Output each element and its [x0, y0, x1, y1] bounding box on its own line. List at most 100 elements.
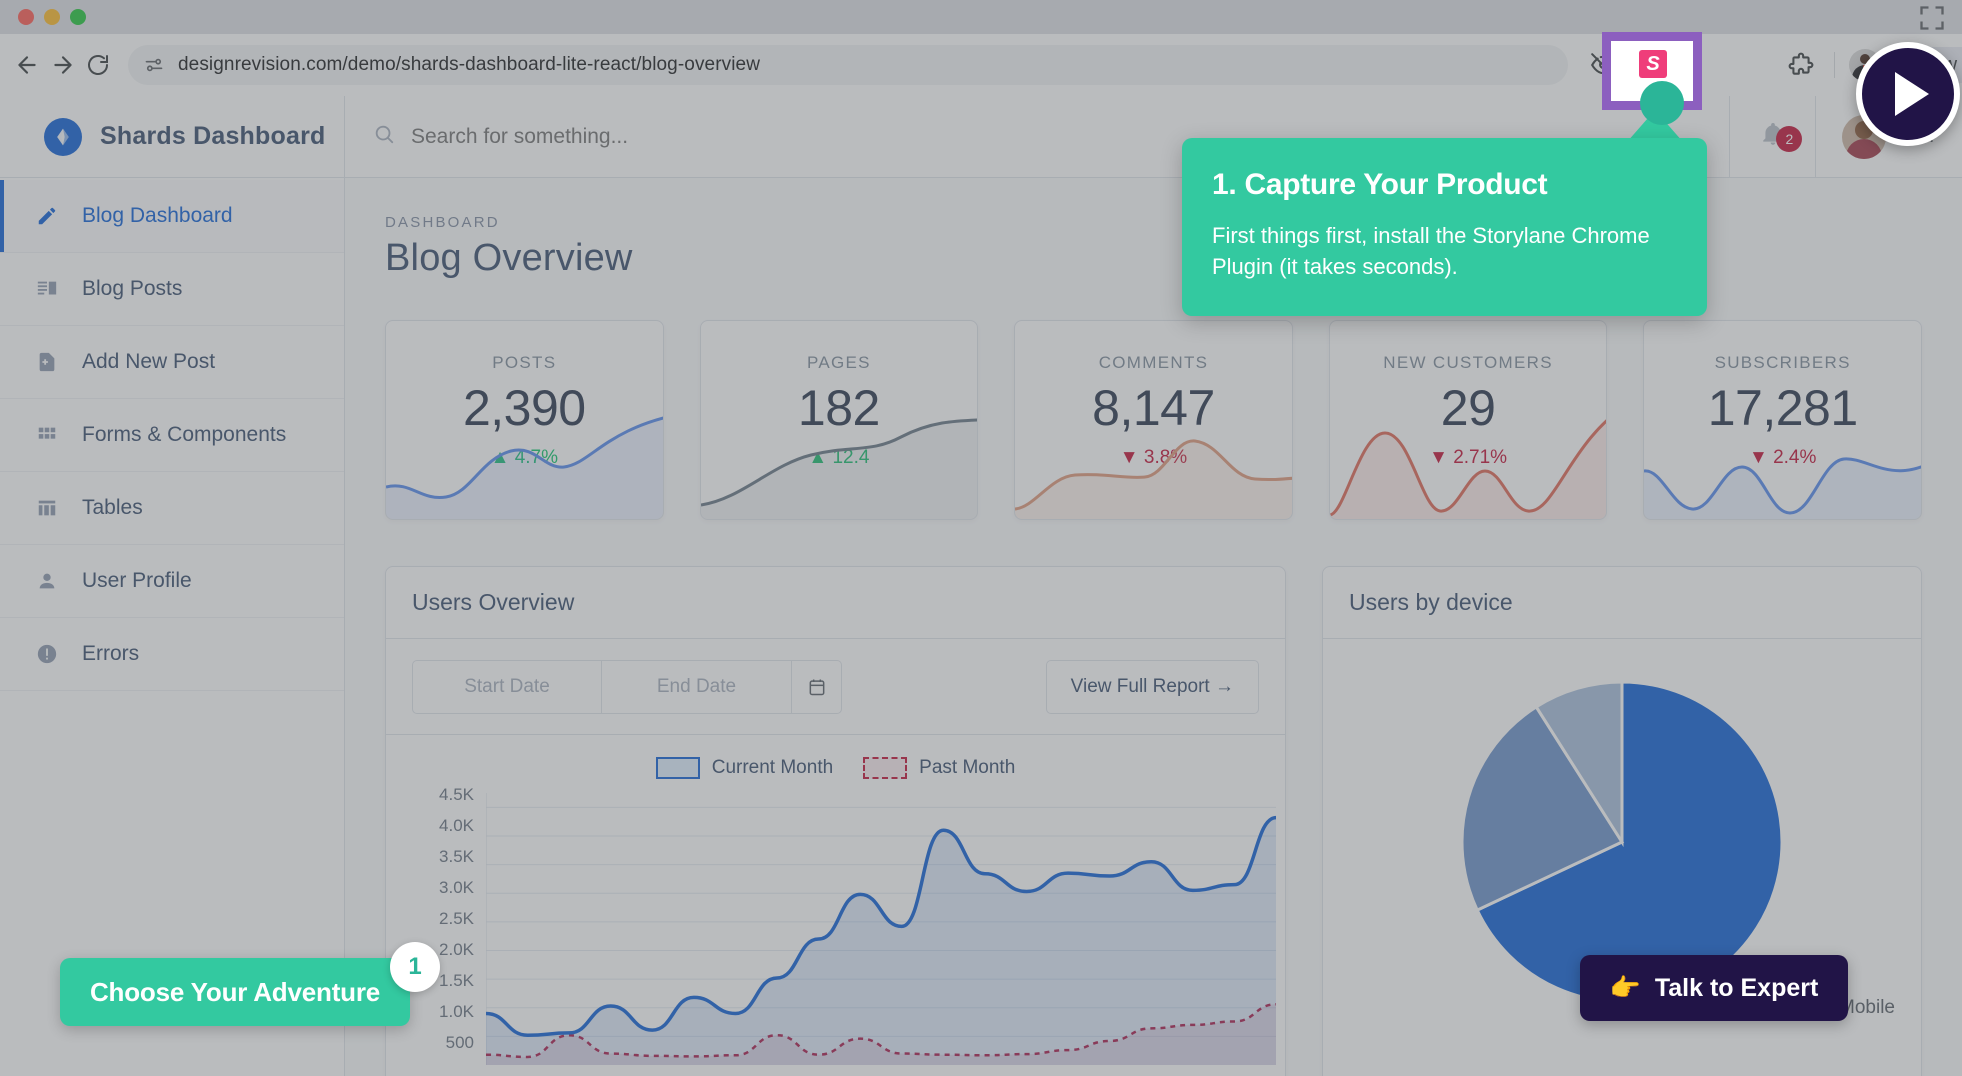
sparkline-chart [386, 409, 664, 519]
pencil-icon [34, 203, 60, 229]
sidebar: Shards Dashboard Blog Dashboard Blog Pos… [0, 96, 345, 1076]
stats-row: POSTS 2,390 ▲ 4.7% PAGES 182 ▲ 12.4 [385, 320, 1922, 520]
table-icon [34, 495, 60, 521]
sidebar-item-label: Tables [82, 496, 143, 520]
sidebar-item-tables[interactable]: Tables [0, 472, 344, 545]
tooltip-body: First things first, install the Storylan… [1212, 220, 1677, 282]
extension-highlight-popup[interactable]: S [1602, 32, 1702, 110]
alert-circle-icon [34, 641, 60, 667]
sparkline-chart [1330, 409, 1608, 519]
person-icon [34, 568, 60, 594]
forward-arrow-icon[interactable] [50, 45, 76, 85]
pointing-finger-icon: 👉 [1610, 974, 1641, 1003]
view-full-report-button[interactable]: View Full Report → [1046, 660, 1259, 714]
grid-icon [34, 422, 60, 448]
sidebar-item-forms-components[interactable]: Forms & Components [0, 399, 344, 472]
sidebar-item-label: Blog Dashboard [82, 204, 233, 228]
toolbar-divider [1834, 52, 1835, 78]
reload-icon[interactable] [86, 45, 110, 85]
sidebar-item-errors[interactable]: Errors [0, 618, 344, 691]
minimize-window-button[interactable] [44, 9, 60, 25]
adventure-step-badge: 1 [390, 942, 440, 992]
stat-label: NEW CUSTOMERS [1330, 353, 1607, 373]
choose-your-adventure-button[interactable]: Choose Your Adventure [60, 958, 410, 1026]
panel-title: Users by device [1349, 589, 1513, 616]
sidebar-item-label: Add New Post [82, 350, 215, 374]
y-tick: 500 [404, 1033, 474, 1053]
shards-logo-icon [44, 118, 82, 156]
calendar-icon[interactable] [792, 660, 842, 714]
line-chart-svg [486, 793, 1276, 1065]
play-icon [1895, 72, 1929, 116]
stat-card-posts[interactable]: POSTS 2,390 ▲ 4.7% [385, 320, 664, 520]
stat-label: POSTS [386, 353, 663, 373]
sidebar-item-label: User Profile [82, 569, 192, 593]
url-text: designrevision.com/demo/shards-dashboard… [178, 54, 760, 76]
y-tick: 2.5K [404, 909, 474, 929]
users-overview-panel: Users Overview Start Date End Date View … [385, 566, 1286, 1076]
search-icon [373, 123, 395, 150]
file-plus-icon [34, 349, 60, 375]
chart-legend: Current Month Past Month [386, 735, 1285, 785]
sparkline-chart [1644, 409, 1922, 519]
sidebar-item-label: Blog Posts [82, 277, 182, 301]
sidebar-item-blog-posts[interactable]: Blog Posts [0, 253, 344, 326]
stat-card-comments[interactable]: COMMENTS 8,147 ▼ 3.8% [1014, 320, 1293, 520]
legend-swatch [863, 757, 907, 779]
stat-label: COMMENTS [1015, 353, 1292, 373]
sidebar-item-label: Forms & Components [82, 423, 286, 447]
search-input[interactable] [411, 125, 931, 149]
brand-name: Shards Dashboard [100, 122, 325, 151]
storylane-tooltip: 1. Capture Your Product First things fir… [1182, 138, 1707, 316]
end-date-input[interactable]: End Date [602, 660, 792, 714]
stat-label: SUBSCRIBERS [1644, 353, 1921, 373]
y-tick: 4.0K [404, 816, 474, 836]
highlight-dot-icon [1640, 81, 1684, 125]
back-arrow-icon[interactable] [14, 45, 40, 85]
y-tick: 3.5K [404, 847, 474, 867]
site-settings-icon[interactable] [144, 55, 164, 75]
storylane-logo-icon: S [1639, 50, 1667, 78]
tooltip-title: 1. Capture Your Product [1212, 168, 1677, 202]
date-range-group: Start Date End Date [412, 660, 842, 714]
y-tick: 1.0K [404, 1002, 474, 1022]
legend-label: Past Month [919, 757, 1015, 779]
talk-to-expert-label: Talk to Expert [1655, 974, 1818, 1003]
puzzle-piece-icon[interactable] [1782, 46, 1820, 84]
legend-swatch [656, 757, 700, 779]
play-button[interactable] [1856, 42, 1960, 146]
start-date-input[interactable]: Start Date [412, 660, 602, 714]
top-navbar: 2 Sier [345, 96, 1962, 178]
sidebar-nav: Blog Dashboard Blog Posts Add New Post [0, 178, 344, 691]
list-columns-icon [34, 276, 60, 302]
address-bar[interactable]: designrevision.com/demo/shards-dashboard… [128, 45, 1568, 85]
sparkline-chart [701, 409, 979, 519]
stat-card-pages[interactable]: PAGES 182 ▲ 12.4 [700, 320, 979, 520]
stat-card-subscribers[interactable]: SUBSCRIBERS 17,281 ▼ 2.4% [1643, 320, 1922, 520]
screen: designrevision.com/demo/shards-dashboard… [0, 0, 1962, 1076]
stat-label: PAGES [701, 353, 978, 373]
panel-header: Users by device [1323, 567, 1921, 639]
users-overview-chart: 4.5K 4.0K 3.5K 3.0K 2.5K 2.0K 1.5K 1.0K … [386, 785, 1285, 1076]
sidebar-item-label: Errors [82, 642, 139, 666]
y-tick: 3.0K [404, 878, 474, 898]
brand[interactable]: Shards Dashboard [0, 96, 344, 178]
stat-card-new-customers[interactable]: NEW CUSTOMERS 29 ▼ 2.71% [1329, 320, 1608, 520]
panel-header: Users Overview [386, 567, 1285, 639]
window-traffic-lights[interactable] [18, 9, 86, 25]
sidebar-item-user-profile[interactable]: User Profile [0, 545, 344, 618]
sidebar-item-add-new-post[interactable]: Add New Post [0, 326, 344, 399]
expand-icon[interactable] [1918, 4, 1946, 32]
sidebar-item-blog-dashboard[interactable]: Blog Dashboard [0, 180, 344, 253]
page-content: DASHBOARD Blog Overview POSTS 2,390 ▲ 4.… [345, 178, 1962, 1076]
browser-titlebar [0, 0, 1962, 34]
talk-to-expert-button[interactable]: 👉 Talk to Expert [1580, 955, 1848, 1021]
legend-item-past-month: Past Month [863, 757, 1015, 779]
maximize-window-button[interactable] [70, 9, 86, 25]
legend-label: Current Month [712, 757, 833, 779]
legend-item-current-month: Current Month [656, 757, 833, 779]
notifications-button[interactable]: 2 [1729, 96, 1815, 178]
sparkline-chart [1015, 409, 1293, 519]
close-window-button[interactable] [18, 9, 34, 25]
panel-title: Users Overview [412, 589, 574, 616]
